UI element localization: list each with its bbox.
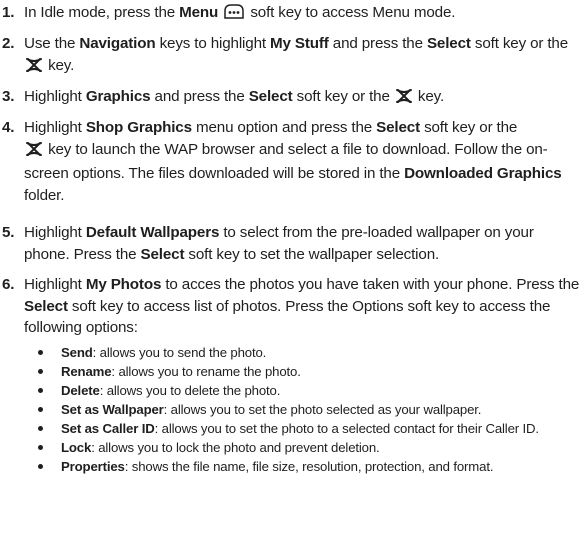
bullet-icon bbox=[38, 369, 43, 374]
list-item: Set as Caller ID: allows you to set the … bbox=[34, 419, 587, 438]
step-text: In Idle mode, press the Menu soft key to… bbox=[24, 2, 580, 27]
step-1: 1. In Idle mode, press the Menu soft key… bbox=[0, 2, 587, 27]
step-6: 6. Highlight My Photos to acces the phot… bbox=[0, 274, 587, 339]
step-number: 2. bbox=[2, 35, 15, 52]
step-text: Highlight Shop Graphics menu option and … bbox=[24, 119, 562, 204]
list-item: Properties: shows the file name, file si… bbox=[34, 457, 587, 476]
list-item: Send: allows you to send the photo. bbox=[34, 343, 587, 362]
bullet-icon bbox=[38, 426, 43, 431]
select-x-key-icon bbox=[394, 88, 414, 111]
bullet-icon bbox=[38, 445, 43, 450]
list-item: Delete: allows you to delete the photo. bbox=[34, 381, 587, 400]
select-x-key-icon bbox=[24, 141, 44, 164]
step-text: Use the Navigation keys to highlight My … bbox=[24, 33, 580, 79]
menu-softkey-icon bbox=[222, 3, 246, 27]
step-text: Highlight Graphics and press the Select … bbox=[24, 86, 580, 111]
bullet-icon bbox=[38, 407, 43, 412]
list-item: Lock: allows you to lock the photo and p… bbox=[34, 438, 587, 457]
step-3: 3. Highlight Graphics and press the Sele… bbox=[0, 86, 587, 111]
step-2: 2. Use the Navigation keys to highlight … bbox=[0, 33, 587, 79]
step-number: 6. bbox=[2, 276, 15, 293]
step-number: 4. bbox=[2, 119, 15, 136]
step-text: Highlight Default Wallpapers to select f… bbox=[24, 224, 534, 263]
list-item: Set as Wallpaper: allows you to set the … bbox=[34, 400, 587, 419]
step-4: 4. Highlight Shop Graphics menu option a… bbox=[0, 117, 587, 206]
bullet-icon bbox=[38, 350, 43, 355]
step-number: 1. bbox=[2, 4, 15, 21]
step-number: 5. bbox=[2, 224, 15, 241]
bullet-icon bbox=[38, 464, 43, 469]
select-x-key-icon bbox=[24, 57, 44, 80]
step-number: 3. bbox=[2, 88, 15, 105]
list-item: Rename: allows you to rename the photo. bbox=[34, 362, 587, 381]
photo-options-list: Send: allows you to send the photo. Rena… bbox=[34, 343, 587, 476]
step-text: Highlight My Photos to acces the photos … bbox=[24, 276, 580, 336]
bullet-icon bbox=[38, 388, 43, 393]
step-5: 5. Highlight Default Wallpapers to selec… bbox=[0, 222, 587, 265]
